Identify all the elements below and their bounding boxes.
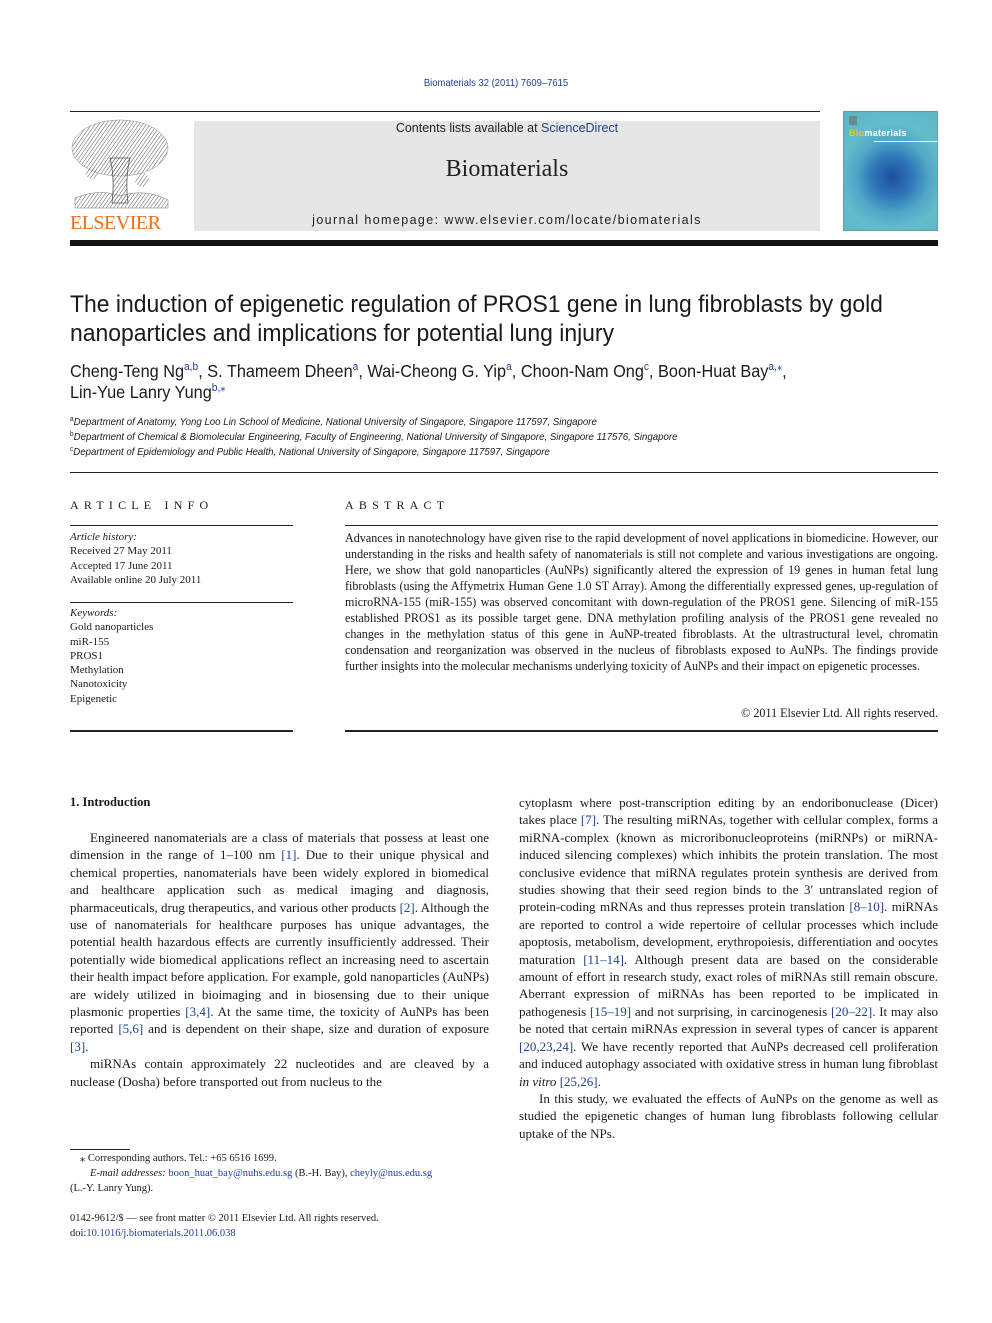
section-heading-introduction: 1. Introduction [70,795,151,809]
reference-link[interactable]: [11–14] [583,952,624,967]
paragraph: miRNAs contain approximately 22 nucleoti… [70,1056,489,1089]
affiliation: cDepartment of Epidemiology and Public H… [70,446,550,458]
keyword[interactable]: miR-155 [70,635,295,649]
abstract-heading: ABSTRACT [345,498,450,512]
affiliations-divider [70,472,938,473]
doi-link[interactable]: 10.1016/j.biomaterials.2011.06.038 [86,1228,235,1239]
reference-link[interactable]: [15–19] [590,1004,631,1019]
reference-link[interactable]: [7] [581,812,596,827]
history-label: Article history: [70,531,137,543]
reference-link[interactable]: [2] [400,900,415,915]
homepage-url[interactable]: www.elsevier.com/locate/biomaterials [444,213,701,227]
contents-prefix: Contents lists available at [395,121,542,135]
article-title: The induction of epigenetic regulation o… [70,291,883,347]
abstract-end-rule [345,730,938,732]
reference-link[interactable]: [25,26] [560,1074,598,1089]
email-label: E-mail addresses: [90,1168,166,1179]
journal-name: Biomaterials [445,156,569,182]
affiliation: bDepartment of Chemical & Biomolecular E… [70,431,678,443]
keyword[interactable]: Gold nanoparticles [70,620,295,634]
journal-citation[interactable]: Biomaterials 32 (2011) 7609–7615 [50,77,943,89]
homepage-prefix: journal homepage: [312,213,445,227]
abstract-text: Advances in nanotechnology have given ri… [345,531,938,673]
keyword[interactable]: Nanotoxicity [70,677,295,691]
email-link[interactable]: cheyly@nus.edu.sg [350,1168,432,1179]
author-affil-sup[interactable]: b,⁎ [212,382,226,394]
article-history: Article history: Received 27 May 2011 Ac… [70,530,295,587]
reference-link[interactable]: [20,23,24] [519,1039,573,1054]
keywords: Keywords: Gold nanoparticles miR-155 PRO… [70,606,295,706]
header-rule [70,111,820,112]
email-line: E-mail addresses: boon_huat_bay@nuhs.edu… [90,1168,433,1179]
journal-cover-thumbnail[interactable]: Biomaterials [843,111,938,231]
cover-divider [874,141,938,142]
reference-link[interactable]: [1] [281,847,296,862]
body-column-right: cytoplasm where post-transcription editi… [519,794,938,1142]
accepted-date: Accepted 17 June 2011 [70,559,173,572]
email-owner: (L.-Y. Lanry Yung). [70,1183,154,1194]
reference-link[interactable]: [8–10] [849,899,884,914]
paragraph: cytoplasm where post-transcription editi… [519,795,939,1089]
article-info-heading: ARTICLE INFO [70,498,214,512]
elsevier-wordmark[interactable]: ELSEVIER [70,212,170,235]
keywords-rule [70,602,293,603]
received-date: Received 27 May 2011 [70,545,172,558]
tree-icon [71,119,169,209]
corresponding-authors: ⁎ Corresponding authors. Tel.: +65 6516 … [80,1153,277,1164]
online-date: Available online 20 July 2011 [70,573,202,586]
italic-term: in vitro [519,1073,557,1089]
author[interactable]: Cheng-Teng Ng [70,361,184,381]
author-affil-sup[interactable]: a,b [184,361,198,373]
author[interactable]: Wai-Cheong G. Yip [367,361,506,381]
reference-link[interactable]: [3,4] [185,1004,210,1019]
keyword[interactable]: Epigenetic [70,692,295,706]
author-affil-sup[interactable]: a,⁎ [768,361,782,373]
doi-line: doi:10.1016/j.biomaterials.2011.06.038 [70,1228,236,1239]
reference-link[interactable]: [3] [70,1039,85,1054]
cover-title: Biomaterials [849,128,907,138]
author-list: Cheng-Teng Nga,b, S. Thameem Dheena, Wai… [70,361,787,402]
email-link[interactable]: boon_huat_bay@nuhs.edu.sg [168,1168,292,1179]
header-thick-rule [70,240,938,246]
contents-line: Contents lists available at ScienceDirec… [194,121,820,135]
keyword[interactable]: Methylation [70,663,295,677]
issn-line: 0142-9612/$ — see front matter © 2011 El… [70,1213,379,1224]
abstract-rule [345,525,938,526]
sciencedirect-link[interactable]: ScienceDirect [541,121,618,135]
author[interactable]: Lin-Yue Lanry Yung [70,382,212,402]
reference-link[interactable]: [5,6] [118,1021,143,1036]
journal-homepage: journal homepage: www.elsevier.com/locat… [194,213,820,227]
author[interactable]: Boon-Huat Bay [658,361,768,381]
keywords-label: Keywords: [70,607,118,619]
affiliations: aDepartment of Anatomy, Yong Loo Lin Sch… [70,415,898,460]
front-matter: 0142-9612/$ — see front matter © 2011 El… [70,1211,490,1241]
corresponding-footnote: ⁎ Corresponding authors. Tel.: +65 6516 … [70,1151,490,1196]
author[interactable]: Choon-Nam Ong [521,361,644,381]
article-info-rule [70,525,293,526]
footnote-rule [70,1149,130,1150]
author[interactable]: S. Thameem Dheen [207,361,352,381]
reference-link[interactable]: [20–22] [831,1004,872,1019]
paragraph: Engineered nanomaterials are a class of … [70,830,490,1054]
body-column-left: Engineered nanomaterials are a class of … [70,829,489,1090]
keyword[interactable]: PROS1 [70,649,295,663]
article-info-end-rule [70,730,293,732]
abstract-copyright: © 2011 Elsevier Ltd. All rights reserved… [741,706,938,720]
paragraph: In this study, we evaluated the effects … [519,1090,938,1141]
affiliation: aDepartment of Anatomy, Yong Loo Lin Sch… [70,416,597,428]
cover-publisher-icon [849,116,857,125]
